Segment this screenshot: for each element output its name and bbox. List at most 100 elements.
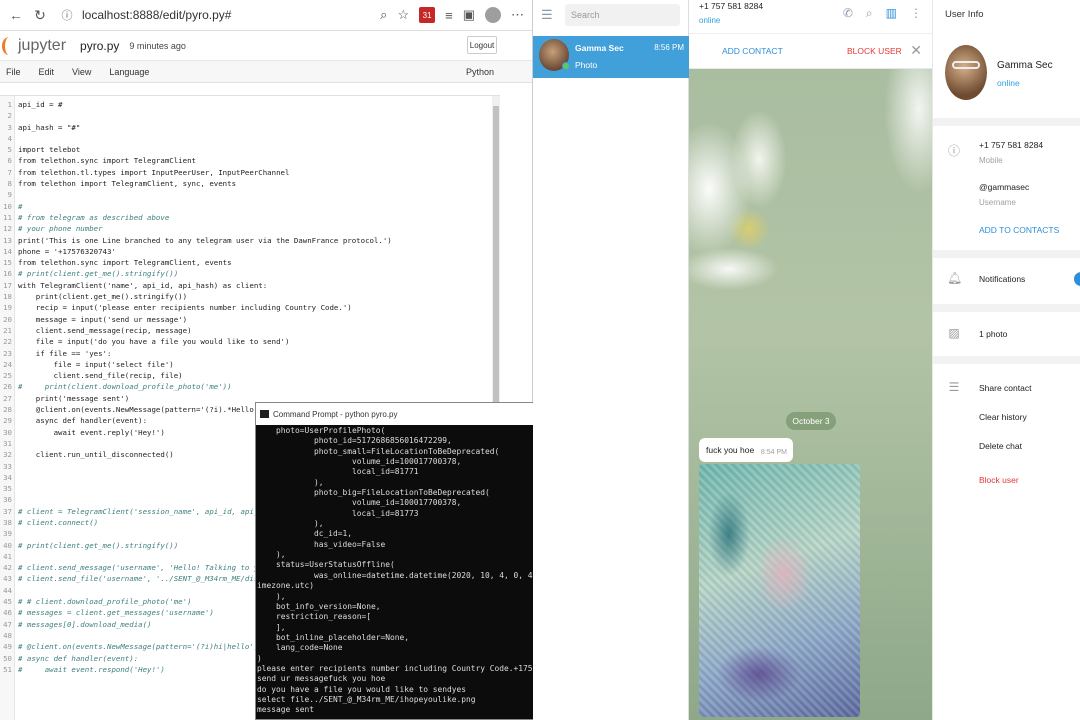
line-number: 49	[3, 642, 12, 652]
code-text: if file == 'yes':	[18, 348, 112, 358]
kernel-indicator: Python	[465, 66, 494, 77]
block-user-link[interactable]: Block user	[979, 475, 1019, 485]
section-divider	[933, 250, 1080, 258]
code-line[interactable]: 8 from telethon import TelegramClient, sy…	[0, 178, 492, 189]
jupyter-header: jupyter pyro.py 9 minutes ago	[0, 31, 532, 61]
line-number: 28	[3, 405, 12, 415]
line-number: 3	[7, 122, 12, 132]
code-line[interactable]: 26 # print(client.download_profile_photo(…	[0, 381, 492, 392]
section-divider	[933, 304, 1080, 312]
line-number: 48	[3, 630, 12, 640]
bookmark-star-icon[interactable]: ☆	[397, 7, 409, 23]
code-text: api_id = #	[18, 100, 63, 109]
more-menu-icon[interactable]: ⋯	[511, 7, 524, 23]
code-line[interactable]: 1 api_id = #	[0, 99, 492, 110]
code-text: # client.connect()	[18, 517, 99, 527]
profile-avatar-icon[interactable]	[485, 7, 501, 23]
code-line[interactable]: 24 file = input('select file')	[0, 359, 492, 370]
code-line[interactable]: 10 #	[0, 201, 492, 212]
code-line[interactable]: 25 client.send_file(recip, file)	[0, 370, 492, 381]
shared-photos-link[interactable]: 1 photo	[979, 329, 1007, 339]
line-number: 18	[3, 292, 12, 302]
notifications-toggle[interactable]	[1074, 272, 1080, 286]
jupyter-logo[interactable]: jupyter	[2, 36, 66, 55]
code-line[interactable]: 13 print('This is one Line branched to an…	[0, 235, 492, 246]
profile-username[interactable]: @gammasec	[979, 182, 1029, 192]
code-line[interactable]: 17 with TelegramClient('name', api_id, ap…	[0, 280, 492, 291]
profile-phone[interactable]: +1 757 581 8284	[979, 140, 1043, 150]
phone-call-icon[interactable]: ✆	[843, 6, 853, 21]
add-to-contacts-button[interactable]: ADD TO CONTACTS	[979, 225, 1059, 235]
code-line[interactable]: 16 # print(client.get_me().stringify())	[0, 268, 492, 279]
code-text: file = input('select file')	[18, 359, 174, 369]
code-line[interactable]: 23 if file == 'yes':	[0, 348, 492, 359]
line-number: 12	[3, 224, 12, 234]
menu-view[interactable]: View	[72, 67, 91, 77]
chat-name: Gamma Sec	[575, 43, 624, 53]
code-line[interactable]: 4	[0, 133, 492, 144]
collections-icon[interactable]: ▣	[463, 7, 475, 23]
extension-icon[interactable]: 31	[419, 7, 436, 23]
code-line[interactable]: 21 client.send_message(recip, message)	[0, 325, 492, 336]
line-number: 46	[3, 608, 12, 618]
zoom-icon[interactable]: ⌕	[380, 7, 387, 23]
chat-header: +1 757 581 8284 online ✆ ⌕ ▥ ⋮	[689, 0, 932, 33]
code-text: # await event.respond('Hey!')	[18, 664, 165, 674]
menu-file[interactable]: File	[6, 67, 21, 77]
code-line[interactable]: 11 # from telegram as described above	[0, 212, 492, 223]
reload-icon[interactable]: ↻	[28, 7, 52, 24]
url-field[interactable]: ⓘ localhost:8888/edit/pyro.py#	[58, 3, 380, 27]
block-user-button[interactable]: BLOCK USER	[847, 46, 902, 56]
delete-chat-button[interactable]: Delete chat	[979, 441, 1022, 451]
more-icon[interactable]: ⋮	[910, 6, 922, 21]
profile-username-label: Username	[979, 198, 1016, 207]
code-text: phone = '+17576320743'	[18, 246, 116, 256]
close-icon[interactable]: ✕	[910, 42, 922, 59]
code-line[interactable]: 15 from telethon.sync import TelegramClie…	[0, 257, 492, 268]
back-icon[interactable]: ←	[4, 7, 28, 23]
line-number: 40	[3, 540, 12, 550]
code-line[interactable]: 22 file = input('do you have a file you …	[0, 336, 492, 347]
list-icon: ☰	[948, 380, 960, 394]
cmd-title: Command Prompt - python pyro.py	[273, 409, 398, 419]
code-line[interactable]: 5 import telebot	[0, 144, 492, 155]
share-contact-button[interactable]: Share contact	[979, 383, 1031, 393]
code-line[interactable]: 19 recip = input('please enter recipient…	[0, 302, 492, 313]
add-contact-button[interactable]: ADD CONTACT	[722, 46, 783, 56]
code-text: # print(client.download_profile_photo('m…	[18, 382, 232, 392]
side-panel-icon[interactable]: ▥	[886, 6, 897, 21]
clear-history-button[interactable]: Clear history	[979, 412, 1027, 422]
message-bubble[interactable]: fuck you hoe 8:54 PM	[699, 438, 793, 462]
code-text: # @client.on(events.NewMessage(pattern='…	[18, 642, 263, 652]
logout-button[interactable]: Logout	[467, 36, 497, 54]
code-line[interactable]: 9	[0, 189, 492, 200]
code-text: client.send_message(recip, message)	[18, 325, 192, 335]
code-line[interactable]: 2	[0, 110, 492, 121]
file-name[interactable]: pyro.py	[80, 39, 119, 53]
hamburger-menu-icon[interactable]: ☰	[541, 7, 555, 23]
code-line[interactable]: 3 api_hash = "#"	[0, 122, 492, 133]
menu-edit[interactable]: Edit	[39, 67, 55, 77]
menu-language[interactable]: Language	[109, 67, 149, 77]
code-line[interactable]: 14 phone = '+17576320743'	[0, 246, 492, 257]
code-text: # client.send_message('username', 'Hello…	[18, 563, 277, 573]
code-line[interactable]: 12 # your phone number	[0, 223, 492, 234]
photo-message[interactable]	[699, 464, 860, 717]
code-line[interactable]: 7 from telethon.tl.types import InputPeer…	[0, 167, 492, 178]
search-input[interactable]: Search	[565, 4, 680, 26]
code-line[interactable]: 6 from telethon.sync import TelegramClien…	[0, 155, 492, 166]
code-line[interactable]: 20 message = input('send ur message')	[0, 314, 492, 325]
line-number: 50	[3, 653, 12, 663]
profile-avatar[interactable]	[945, 45, 987, 100]
code-text: from telethon.sync import TelegramClient	[18, 156, 196, 166]
code-line[interactable]: 18 print(client.get_me().stringify())	[0, 291, 492, 302]
avatar	[539, 39, 570, 71]
search-row: ☰ Search	[533, 0, 688, 30]
search-icon[interactable]: ⌕	[866, 6, 873, 21]
reading-list-icon[interactable]: ≡	[445, 8, 453, 23]
info-icon[interactable]: ⓘ	[58, 7, 76, 23]
code-text: # print(client.get_me().stringify())	[18, 269, 179, 279]
chat-list-item[interactable]: Gamma Sec 8:56 PM Photo	[533, 36, 689, 78]
editor-scroll-thumb[interactable]	[493, 106, 499, 406]
chat-header-phone[interactable]: +1 757 581 8284	[699, 1, 763, 11]
